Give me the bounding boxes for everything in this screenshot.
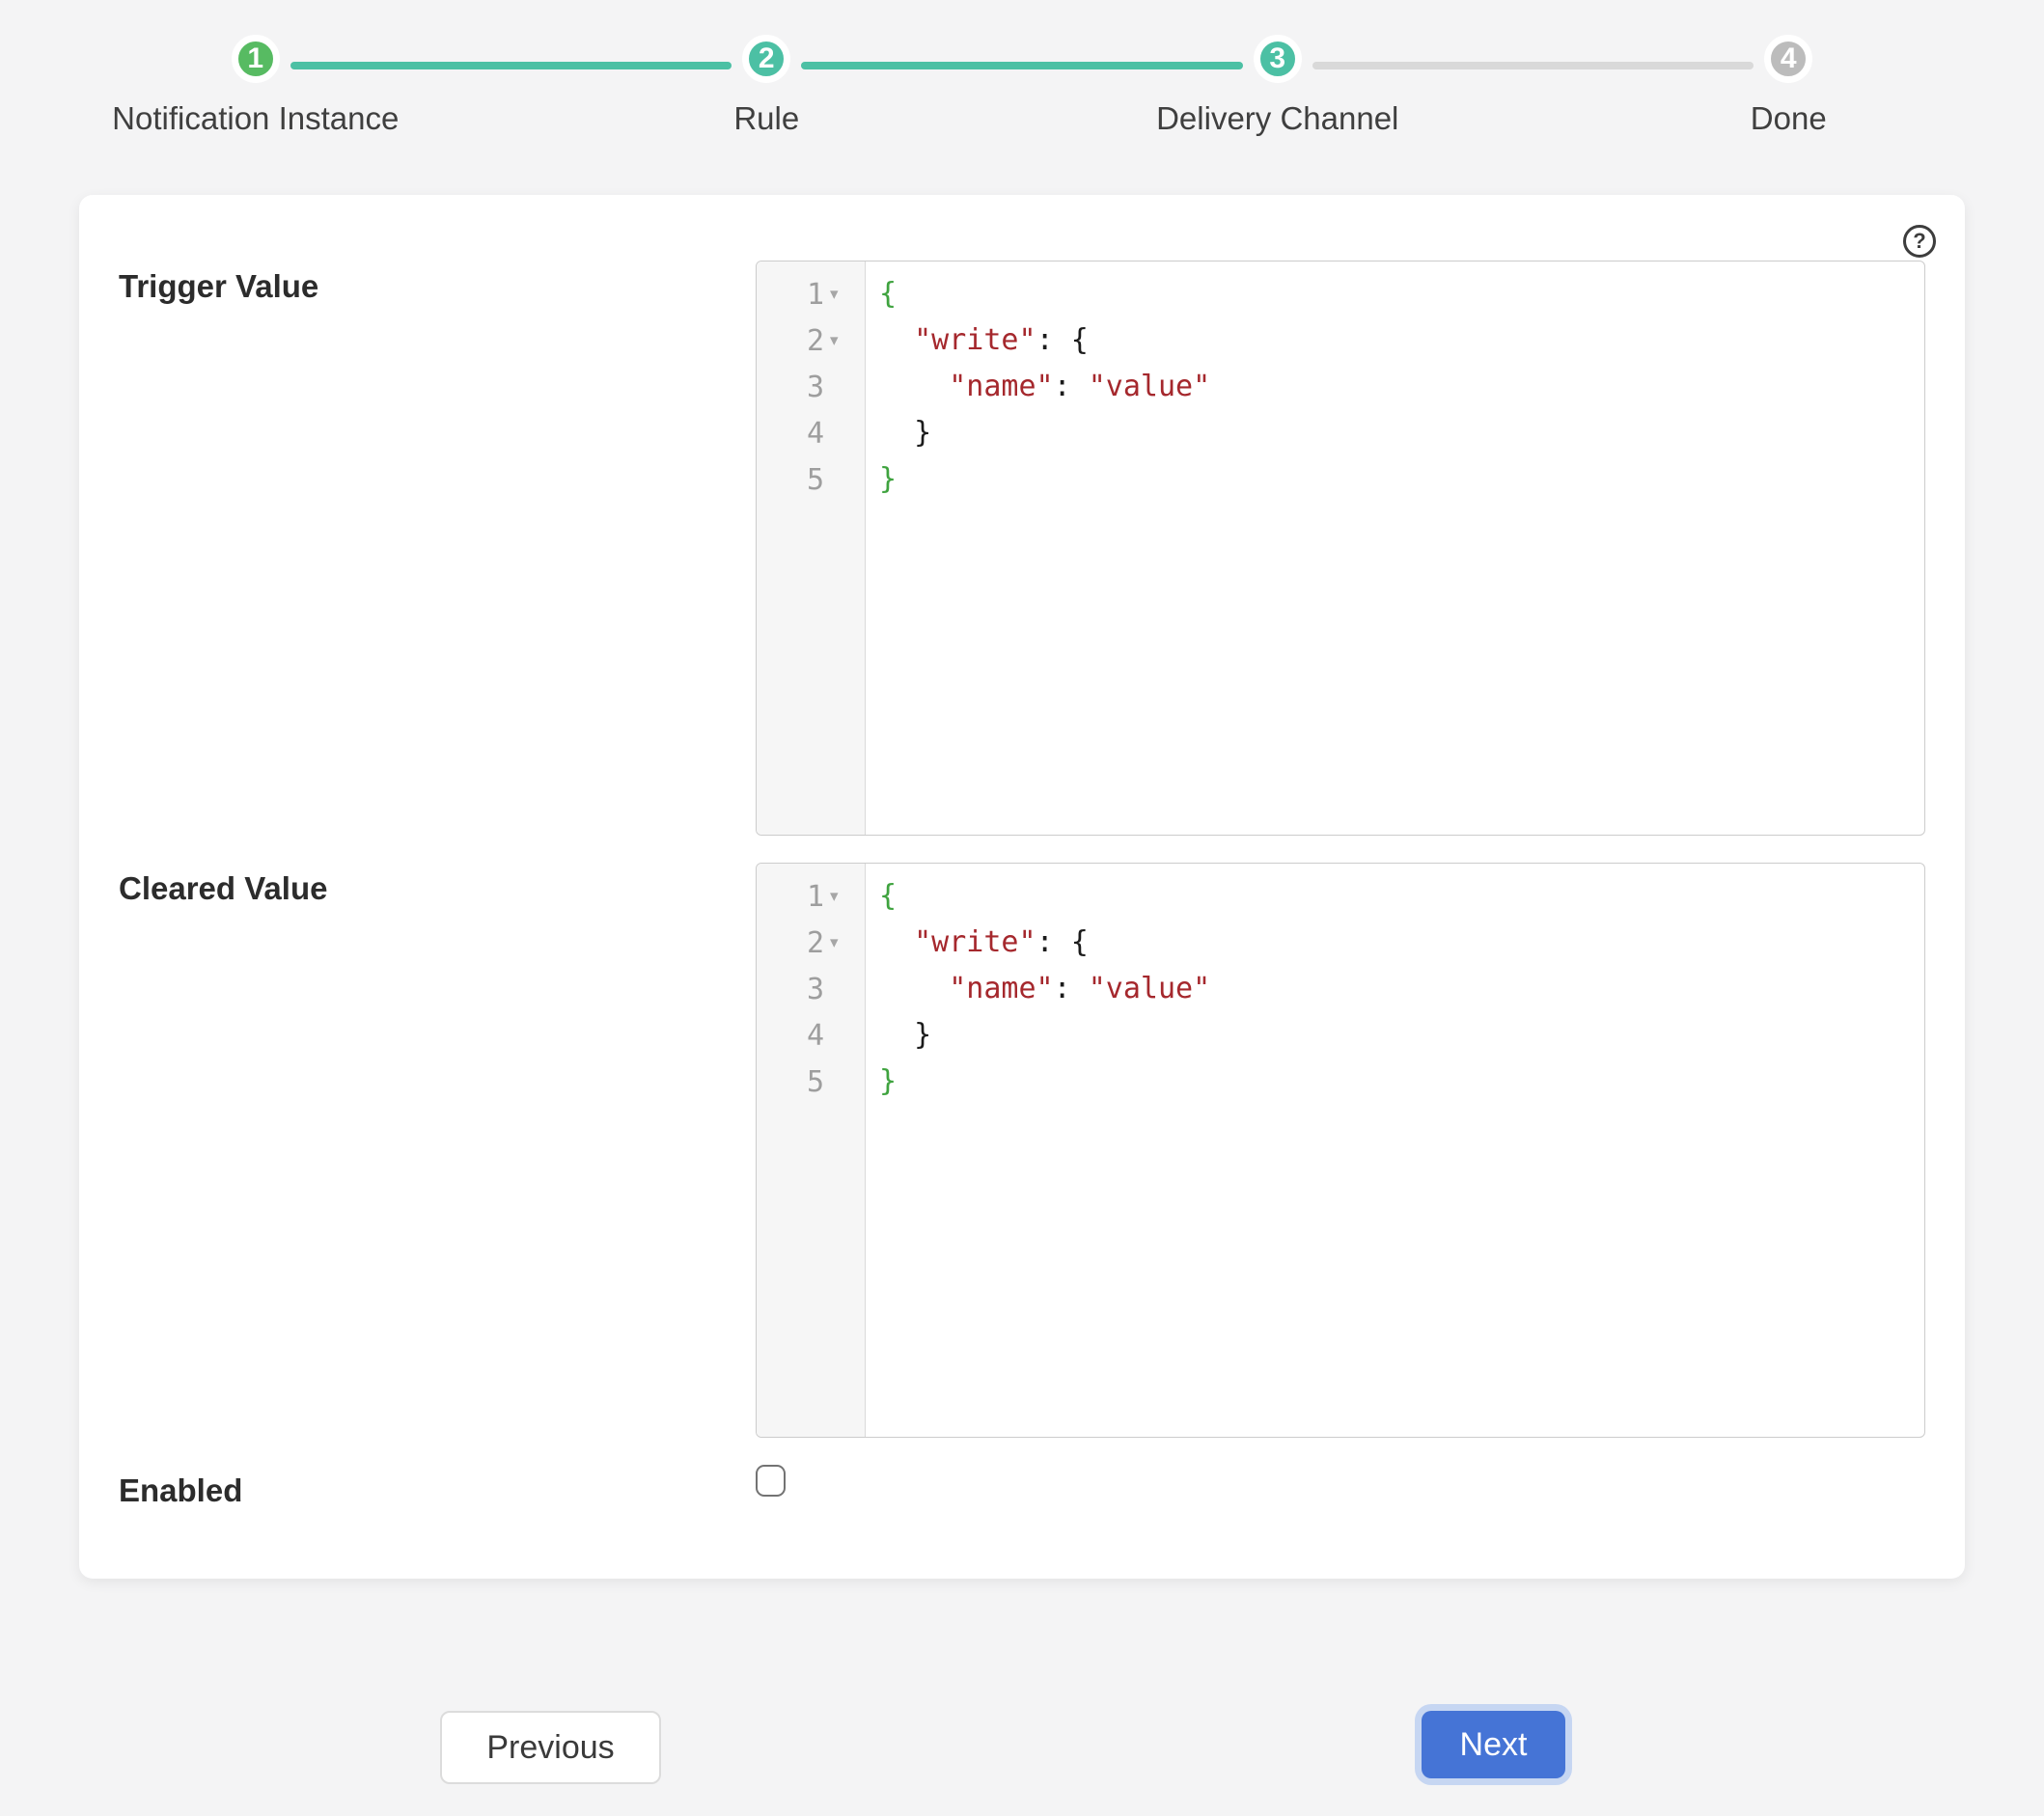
gutter-line: 5 bbox=[757, 456, 865, 503]
step-number: 1 bbox=[247, 42, 264, 74]
step-circle: 4 bbox=[1764, 35, 1813, 83]
stepper-connector bbox=[290, 62, 732, 69]
gutter-line: 2 ▾ bbox=[757, 920, 865, 966]
code-token: "write" bbox=[914, 323, 1036, 357]
trigger-value-label: Trigger Value bbox=[119, 268, 319, 304]
editor-code-area[interactable]: { "write": { "name": "value" }} bbox=[866, 261, 1924, 835]
step-circle: 1 bbox=[231, 35, 280, 83]
line-number: 3 bbox=[806, 370, 824, 404]
stepper-steps: 1 Notification Instance 2 Rule 3 Deliver… bbox=[0, 35, 2044, 137]
code-token: "value" bbox=[1088, 370, 1211, 403]
code-token: } bbox=[879, 462, 898, 496]
step-circle: 3 bbox=[1253, 35, 1302, 83]
code-line: "write": { bbox=[879, 920, 1924, 966]
fold-arrow-icon[interactable]: ▾ bbox=[830, 887, 851, 906]
step-done[interactable]: 4 Done bbox=[1533, 35, 2044, 137]
step-rule[interactable]: 2 Rule bbox=[511, 35, 1023, 137]
code-token: "value" bbox=[1088, 972, 1211, 1005]
line-number: 1 bbox=[806, 277, 824, 312]
wizard-footer: Previous Next bbox=[79, 1711, 1965, 1784]
enabled-checkbox[interactable] bbox=[756, 1465, 786, 1497]
code-token: } bbox=[914, 1018, 932, 1052]
fold-arrow-icon[interactable]: ▾ bbox=[830, 285, 851, 304]
code-token: "write" bbox=[914, 925, 1036, 959]
gutter-line: 3 bbox=[757, 966, 865, 1012]
code-token: { bbox=[1070, 323, 1089, 357]
gutter-line: 1 ▾ bbox=[757, 271, 865, 317]
cleared-value-label: Cleared Value bbox=[119, 870, 328, 906]
step-label: Notification Instance bbox=[112, 100, 400, 136]
trigger-value-editor[interactable]: 1 ▾ 2 ▾ 3 4 5{ "write": { "name": "value" }} bbox=[756, 261, 1925, 836]
code-token: "name" bbox=[949, 972, 1054, 1005]
gutter-line: 3 bbox=[757, 364, 865, 410]
code-line: } bbox=[879, 1012, 1924, 1059]
code-line: } bbox=[879, 456, 1924, 503]
editor-gutter: 1 ▾ 2 ▾ 3 4 5 bbox=[757, 261, 866, 835]
line-number: 1 bbox=[806, 879, 824, 914]
step-label: Done bbox=[1750, 100, 1827, 136]
trigger-value-row: Trigger Value 1 ▾ 2 ▾ 3 4 5{ "write": { "name"… bbox=[119, 261, 1925, 836]
stepper-connector bbox=[801, 62, 1243, 69]
line-number: 4 bbox=[806, 1018, 824, 1053]
fold-arrow-icon[interactable]: ▾ bbox=[830, 331, 851, 350]
enabled-label: Enabled bbox=[119, 1472, 243, 1508]
code-token: { bbox=[879, 277, 898, 311]
step-notification-instance[interactable]: 1 Notification Instance bbox=[0, 35, 511, 137]
notification-wizard-page: 1 Notification Instance 2 Rule 3 Deliver… bbox=[0, 0, 2044, 1784]
code-token: : bbox=[1036, 925, 1071, 959]
code-token: } bbox=[879, 1064, 898, 1098]
step-label: Delivery Channel bbox=[1156, 100, 1399, 136]
step-number: 3 bbox=[1269, 42, 1286, 74]
code-token: "name" bbox=[949, 370, 1054, 403]
code-line: "name": "value" bbox=[879, 364, 1924, 410]
gutter-line: 4 bbox=[757, 410, 865, 456]
code-token: : bbox=[1053, 972, 1089, 1005]
help-button[interactable]: ? bbox=[1903, 225, 1936, 258]
code-line: "name": "value" bbox=[879, 966, 1924, 1012]
gutter-line: 4 bbox=[757, 1012, 865, 1059]
code-line: { bbox=[879, 271, 1924, 317]
gutter-line: 2 ▾ bbox=[757, 317, 865, 364]
code-line: "write": { bbox=[879, 317, 1924, 364]
code-line: { bbox=[879, 873, 1924, 920]
step-circle: 2 bbox=[742, 35, 791, 83]
line-number: 2 bbox=[806, 323, 824, 358]
step-number: 4 bbox=[1780, 42, 1797, 74]
step-delivery-channel[interactable]: 3 Delivery Channel bbox=[1022, 35, 1533, 137]
cleared-value-editor[interactable]: 1 ▾ 2 ▾ 3 4 5{ "write": { "name": "value" }} bbox=[756, 863, 1925, 1438]
step-number: 2 bbox=[758, 42, 775, 74]
next-button[interactable]: Next bbox=[1421, 1711, 1566, 1778]
code-token: : bbox=[1036, 323, 1071, 357]
code-line: } bbox=[879, 410, 1924, 456]
editor-gutter: 1 ▾ 2 ▾ 3 4 5 bbox=[757, 864, 866, 1437]
step-label: Rule bbox=[733, 100, 800, 136]
line-number: 5 bbox=[806, 1064, 824, 1099]
fold-arrow-icon[interactable]: ▾ bbox=[830, 933, 851, 952]
code-token: : bbox=[1053, 370, 1089, 403]
code-token: { bbox=[1070, 925, 1089, 959]
gutter-line: 5 bbox=[757, 1059, 865, 1105]
form-card: ? Trigger Value 1 ▾ 2 ▾ 3 4 5{ "write": { "nam… bbox=[79, 195, 1965, 1579]
gutter-line: 1 ▾ bbox=[757, 873, 865, 920]
line-number: 5 bbox=[806, 462, 824, 497]
cleared-value-row: Cleared Value 1 ▾ 2 ▾ 3 4 5{ "write": { "name"… bbox=[119, 863, 1925, 1438]
wizard-stepper: 1 Notification Instance 2 Rule 3 Deliver… bbox=[0, 0, 2044, 137]
line-number: 3 bbox=[806, 972, 824, 1006]
code-token: } bbox=[914, 416, 932, 450]
enabled-row: Enabled bbox=[119, 1465, 1925, 1509]
question-mark-icon: ? bbox=[1913, 229, 1926, 253]
line-number: 4 bbox=[806, 416, 824, 451]
previous-button[interactable]: Previous bbox=[440, 1711, 661, 1784]
code-token: { bbox=[879, 879, 898, 913]
stepper-connector bbox=[1312, 62, 1754, 69]
code-line: } bbox=[879, 1059, 1924, 1105]
editor-code-area[interactable]: { "write": { "name": "value" }} bbox=[866, 864, 1924, 1437]
line-number: 2 bbox=[806, 925, 824, 960]
